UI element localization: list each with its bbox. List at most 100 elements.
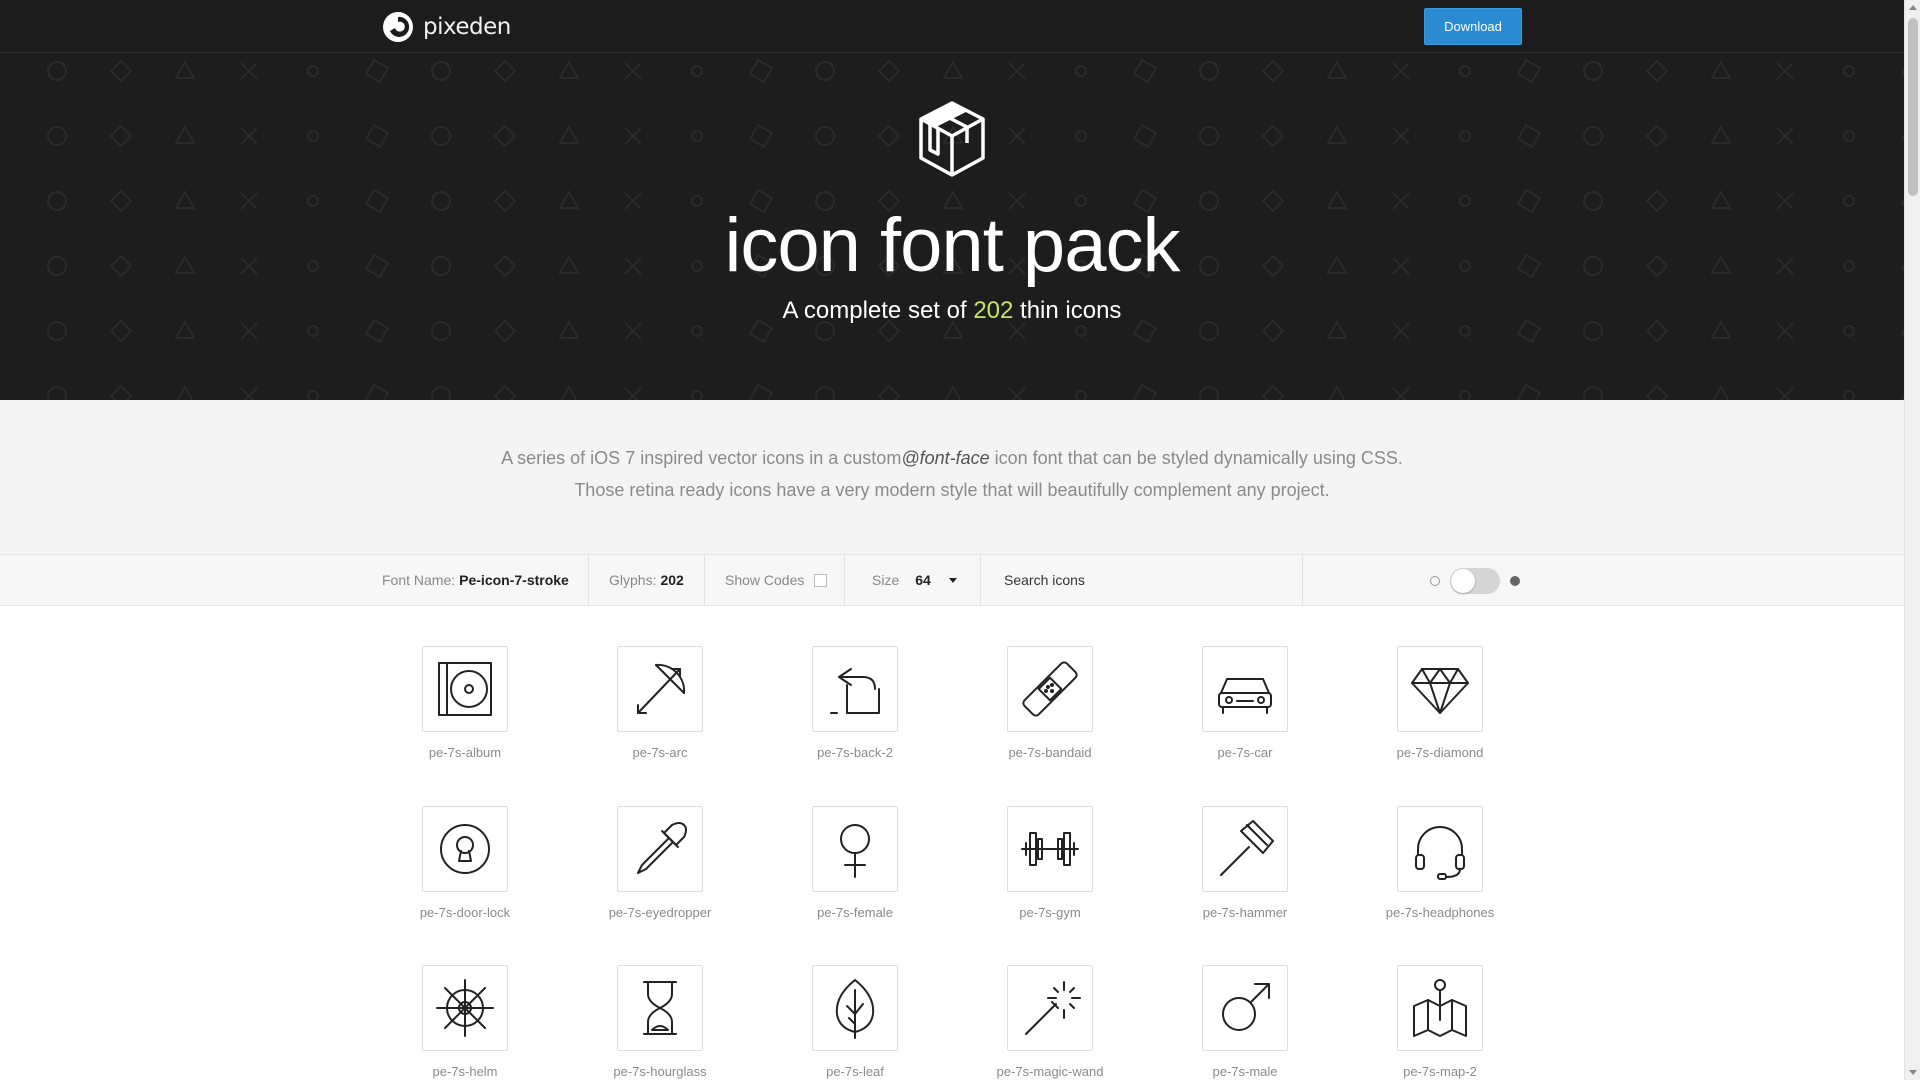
theme-toggle[interactable] [1430, 568, 1520, 594]
icon-card[interactable]: pe-7s-diamond [1365, 646, 1515, 760]
icon-tile[interactable] [1007, 646, 1093, 732]
pattern-shape [748, 123, 774, 149]
icon-card[interactable]: pe-7s-door-lock [390, 806, 540, 920]
hammer-icon [1220, 820, 1274, 876]
icon-card[interactable]: pe-7s-helm [390, 965, 540, 1079]
pattern-shape [1392, 387, 1410, 400]
icon-label: pe-7s-helm [432, 1064, 498, 1079]
dark-mode-icon [1510, 576, 1520, 586]
pattern-shape [1008, 62, 1026, 80]
size-select[interactable]: Size 64 [845, 555, 981, 605]
icon-card[interactable]: pe-7s-hourglass [585, 965, 735, 1079]
icon-tile[interactable] [1397, 806, 1483, 892]
pattern-shape [493, 124, 517, 148]
page-scrollbar[interactable] [1904, 0, 1920, 1080]
icon-tile[interactable] [1007, 965, 1093, 1051]
icon-card[interactable]: pe-7s-leaf [780, 965, 930, 1079]
icon-toolbar: Font Name: Pe-icon-7-stroke Glyphs: 202 … [0, 554, 1904, 606]
icon-tile[interactable] [1397, 965, 1483, 1051]
scrollbar-thumb[interactable] [1908, 18, 1918, 196]
pattern-shape [1645, 59, 1669, 83]
icon-label: pe-7s-back-2 [817, 745, 893, 760]
pattern-shape [748, 383, 774, 400]
icon-card[interactable]: pe-7s-album [390, 646, 540, 760]
icon-tile[interactable] [1007, 806, 1093, 892]
theme-switch[interactable] [1450, 568, 1500, 594]
pattern-shape [1075, 130, 1087, 142]
bandaid-icon [1022, 661, 1078, 717]
female-icon [840, 824, 870, 878]
pattern-shape [240, 62, 258, 80]
pattern-shape [431, 61, 451, 81]
search-input[interactable]: Search icons [981, 555, 1303, 605]
icon-tile[interactable] [812, 806, 898, 892]
hero-subtitle: A complete set of 202 thin icons [0, 297, 1904, 325]
hero-banner: icon font pack A complete set of 202 thi… [0, 53, 1904, 400]
icon-tile[interactable] [617, 646, 703, 732]
car-icon [1218, 678, 1272, 714]
arc-icon [637, 663, 686, 714]
icon-tile[interactable] [422, 806, 508, 892]
icon-tile[interactable] [617, 806, 703, 892]
pattern-shape [1075, 390, 1087, 400]
icon-card[interactable]: pe-7s-bandaid [975, 646, 1125, 760]
show-codes-label: Show Codes [725, 572, 805, 588]
icon-card[interactable]: pe-7s-hammer [1170, 806, 1320, 920]
icon-card[interactable]: pe-7s-female [780, 806, 930, 920]
pattern-shape [1328, 384, 1346, 400]
leaf-icon [835, 979, 875, 1039]
icon-tile[interactable] [1397, 646, 1483, 732]
scroll-down-icon[interactable] [1909, 1070, 1917, 1075]
icon-card[interactable]: pe-7s-gym [975, 806, 1125, 920]
pattern-shape [307, 325, 319, 337]
icon-card[interactable]: pe-7s-male [1170, 965, 1320, 1079]
icon-card[interactable]: pe-7s-back-2 [780, 646, 930, 760]
icon-label: pe-7s-magic-wand [996, 1064, 1104, 1079]
icon-tile[interactable] [422, 646, 508, 732]
icon-tile[interactable] [617, 965, 703, 1051]
pattern-shape [431, 126, 451, 146]
icon-tile[interactable] [1202, 965, 1288, 1051]
pattern-shape [307, 390, 319, 400]
icon-tile[interactable] [422, 965, 508, 1051]
icon-card[interactable]: pe-7s-car [1170, 646, 1320, 760]
description-section: A series of iOS 7 inspired vector icons … [0, 400, 1904, 555]
pattern-shape [1459, 390, 1471, 400]
icon-label: pe-7s-door-lock [419, 905, 511, 920]
icon-tile[interactable] [1202, 806, 1288, 892]
pixeden-logo[interactable]: pixeden [381, 10, 511, 44]
pattern-shape [1261, 384, 1285, 400]
font-face-text: @font-face [901, 448, 990, 468]
scroll-up-icon[interactable] [1909, 5, 1917, 10]
download-button[interactable]: Download [1424, 8, 1522, 45]
pattern-shape [815, 61, 835, 81]
show-codes-toggle[interactable]: Show Codes [705, 555, 845, 605]
light-mode-icon [1430, 576, 1440, 586]
icon-card[interactable]: pe-7s-headphones [1365, 806, 1515, 920]
pattern-shape [1776, 62, 1794, 80]
icon-label: pe-7s-female [817, 905, 893, 920]
helm-icon [436, 979, 494, 1037]
pattern-shape [1459, 325, 1471, 337]
glyphs-info: Glyphs: 202 [589, 555, 705, 605]
pattern-shape [1516, 383, 1542, 400]
pattern-shape [1008, 322, 1026, 340]
pattern-shape [1459, 65, 1471, 77]
icon-tile[interactable] [812, 965, 898, 1051]
pattern-shape [307, 65, 319, 77]
glyphs-label: Glyphs: [609, 572, 657, 588]
pattern-shape [109, 124, 133, 148]
icon-card[interactable]: pe-7s-magic-wand [975, 965, 1125, 1079]
icon-card[interactable]: pe-7s-eyedropper [585, 806, 735, 920]
pattern-shape [1008, 387, 1026, 400]
pattern-shape [1392, 127, 1410, 145]
icon-tile[interactable] [812, 646, 898, 732]
pattern-shape [174, 59, 196, 79]
icon-card[interactable]: pe-7s-arc [585, 646, 735, 760]
chevron-down-icon [948, 577, 957, 583]
icon-tile[interactable] [1202, 646, 1288, 732]
pattern-shape [1516, 58, 1542, 84]
icon-card[interactable]: pe-7s-map-2 [1365, 965, 1515, 1079]
show-codes-checkbox[interactable] [814, 573, 828, 587]
icon-label: pe-7s-eyedropper [608, 905, 712, 920]
